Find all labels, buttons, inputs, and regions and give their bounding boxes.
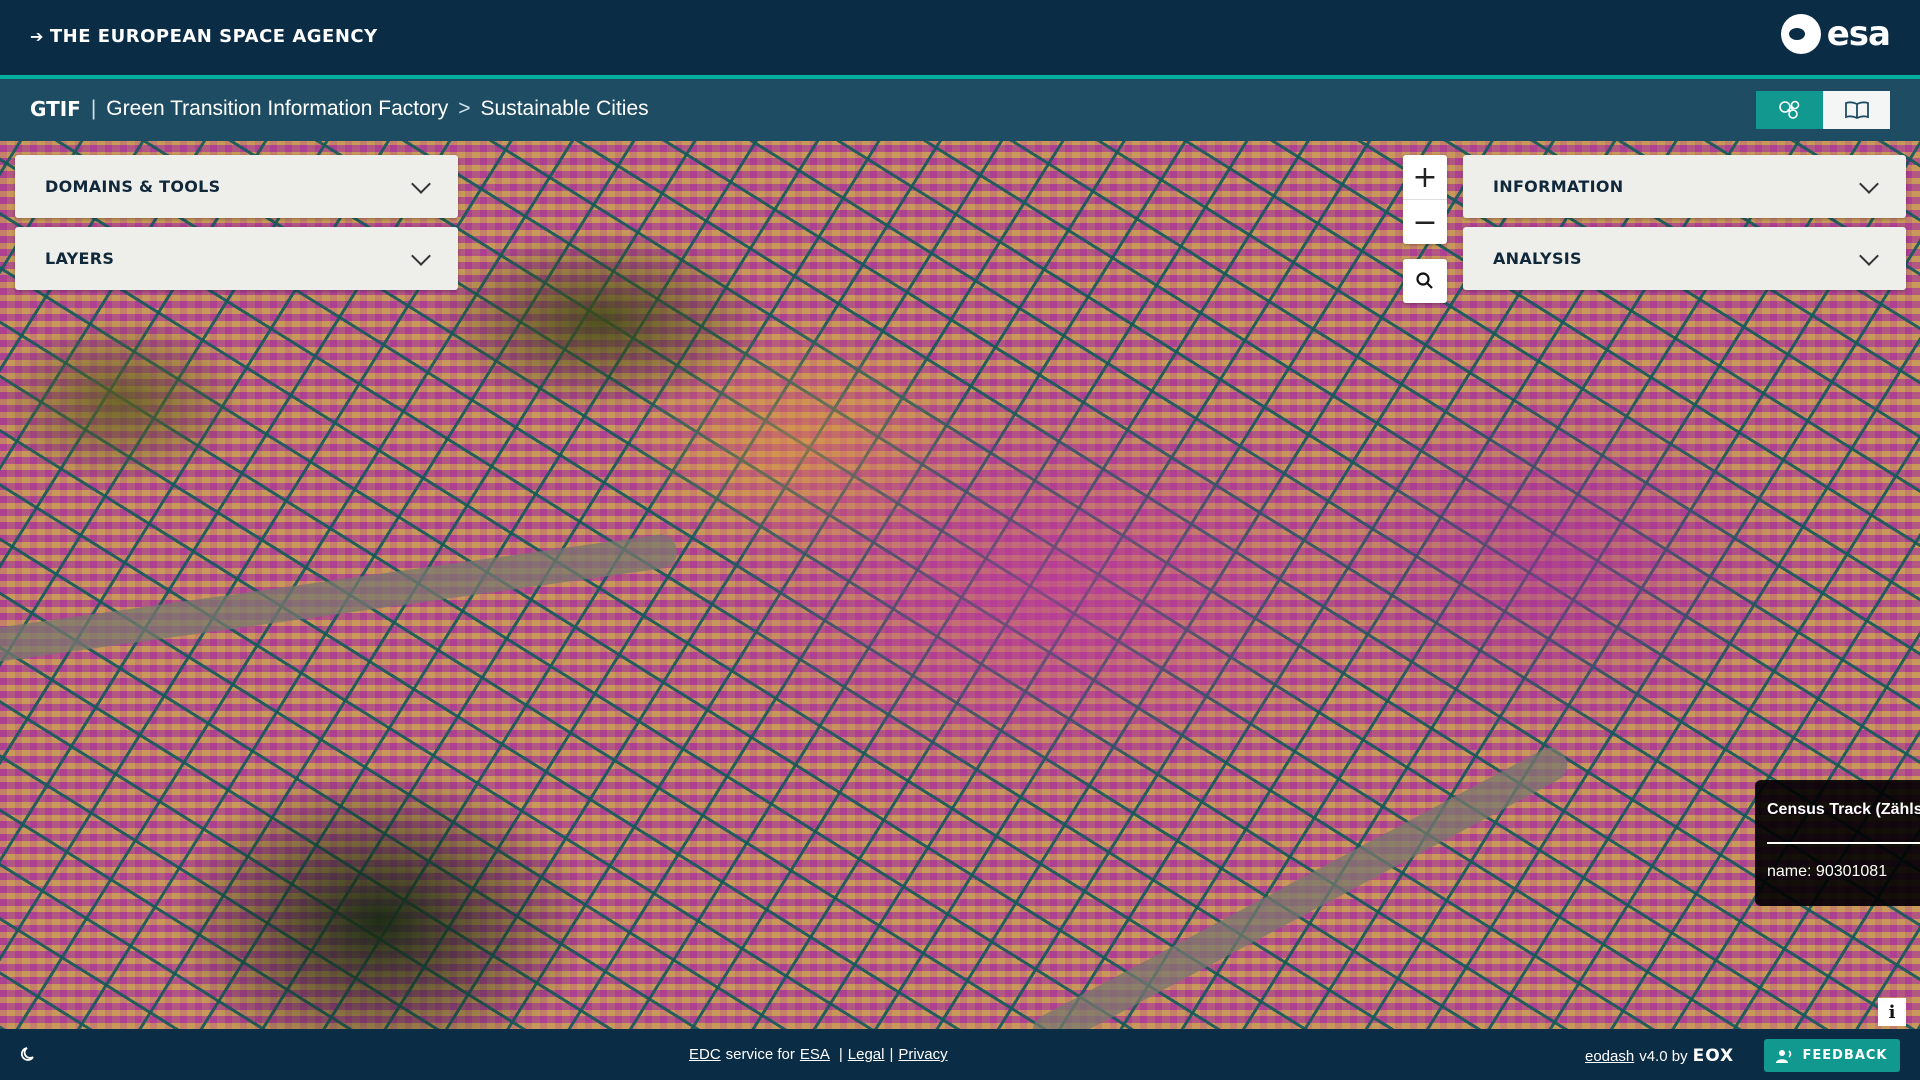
edc-link[interactable]: EDC [689,1046,721,1063]
breadcrumb-chevron: > [458,97,471,120]
satellite-domains-icon [1778,100,1799,119]
esa-logo-mark-icon [1780,14,1821,54]
zoom-out-button[interactable]: − [1403,199,1447,244]
footer-separator: | [889,1046,894,1063]
domains-tools-panel[interactable]: DOMAINS & TOOLS [15,155,458,218]
chevron-down-icon [1859,173,1879,194]
header-toggle-group [1756,91,1890,129]
esa-logo[interactable]: esa [1780,14,1891,54]
panel-title: INFORMATION [1493,177,1624,196]
esa-link[interactable]: ESA [800,1046,830,1063]
breadcrumb-page: Sustainable Cities [480,97,649,120]
footer-credits: eodash v4.0 by EOX [1585,1046,1734,1066]
information-panel[interactable]: INFORMATION [1463,155,1906,218]
zoom-controls: + − [1403,155,1447,244]
esa-agency-link[interactable]: ➔ THE EUROPEAN SPACE AGENCY [30,26,378,47]
brand-label[interactable]: GTIF [30,97,81,121]
esa-top-bar: ➔ THE EUROPEAN SPACE AGENCY esa [0,0,1920,75]
map-canvas[interactable]: DOMAINS & TOOLS LAYERS INFORMATION ANALY… [0,141,1920,1029]
app-header: GTIF | Green Transition Information Fact… [0,79,1920,141]
panel-title: DOMAINS & TOOLS [45,177,221,196]
legal-link[interactable]: Legal [848,1046,885,1063]
tooltip-divider [1767,842,1920,844]
breadcrumb-section[interactable]: Green Transition Information Factory [106,97,448,121]
breadcrumb: GTIF | Green Transition Information Fact… [30,97,649,121]
chevron-down-icon [1859,245,1879,266]
arrow-right-icon: ➔ [30,27,44,46]
moon-icon [20,1047,34,1061]
analysis-panel[interactable]: ANALYSIS [1463,227,1906,290]
feedback-button[interactable]: FEEDBACK [1764,1039,1900,1072]
map-search-button[interactable] [1403,259,1447,303]
panel-title: LAYERS [45,249,115,268]
zoom-in-button[interactable]: + [1403,155,1447,199]
eox-logo[interactable]: EOX [1693,1046,1735,1066]
attribution-info-button[interactable]: i [1878,998,1906,1026]
service-for-text: service for [725,1046,795,1063]
feature-tooltip: Census Track (Zählsprengel) name: 903010… [1755,780,1920,906]
esa-logo-text: esa [1826,14,1891,54]
feedback-label: FEEDBACK [1802,1048,1888,1063]
tooltip-title: Census Track (Zählsprengel) [1767,801,1920,818]
agency-label: THE EUROPEAN SPACE AGENCY [49,26,378,47]
panel-title: ANALYSIS [1493,249,1582,268]
book-stories-icon [1844,101,1869,120]
domains-view-button[interactable] [1756,91,1823,129]
search-icon [1416,272,1433,289]
chevron-down-icon [411,245,431,266]
feedback-icon [1776,1049,1792,1063]
tooltip-name-row: name: 90301081 [1767,863,1888,880]
eodash-link[interactable]: eodash [1585,1048,1634,1065]
layers-panel[interactable]: LAYERS [15,227,458,290]
stories-view-button[interactable] [1823,91,1890,129]
footer-separator: | [838,1046,843,1063]
version-text: v4.0 by [1639,1047,1688,1065]
river-spree [0,532,679,664]
chevron-down-icon [411,173,431,194]
footer-links: EDC service for ESA | Legal | Privacy [689,1046,948,1063]
theme-toggle-button[interactable] [20,1045,38,1067]
rail-corridor [1027,742,1573,1029]
footer: EDC service for ESA | Legal | Privacy eo… [0,1029,1920,1080]
breadcrumb-separator: | [90,97,97,120]
privacy-link[interactable]: Privacy [898,1046,947,1063]
